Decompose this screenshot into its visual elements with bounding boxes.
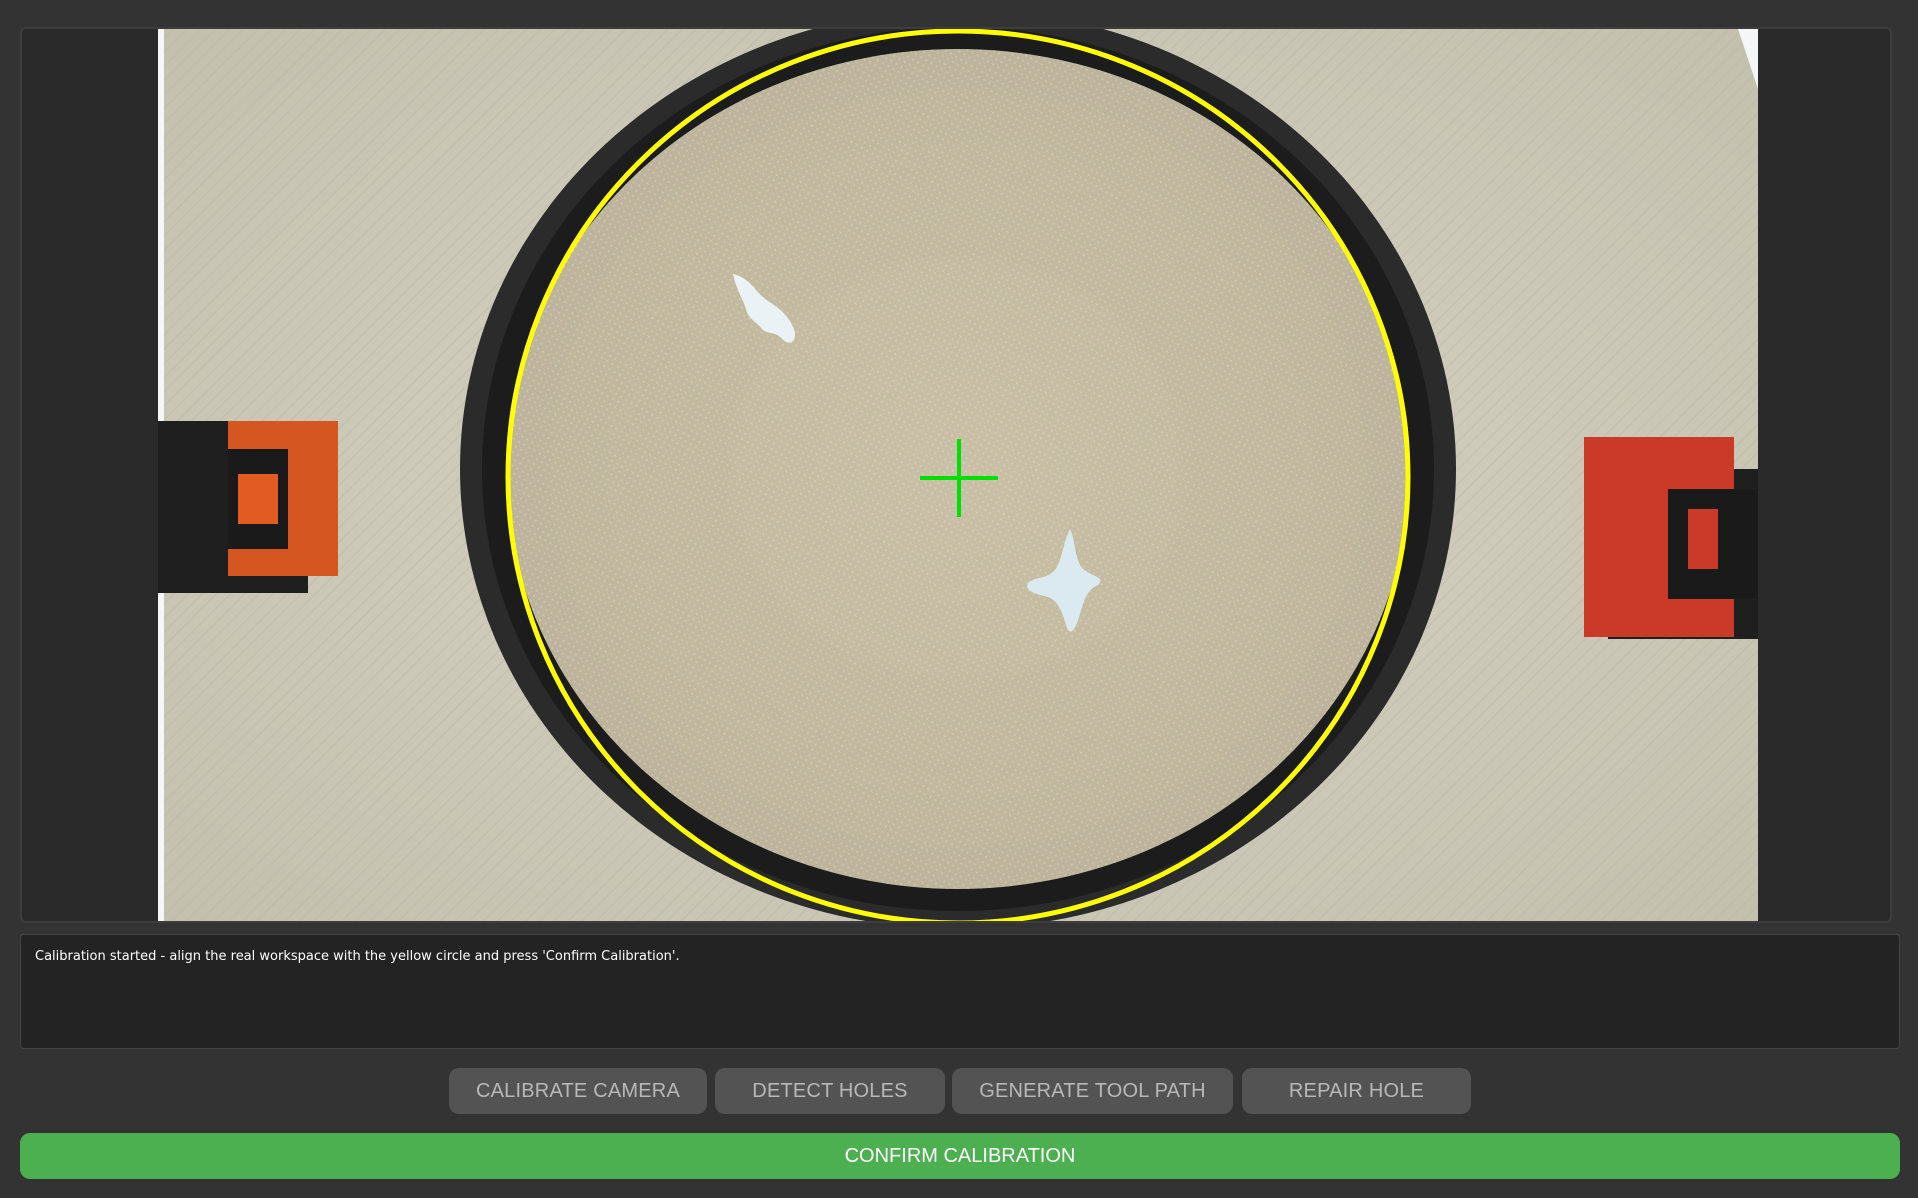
left-clamp [158, 421, 338, 593]
right-clamp [1584, 437, 1758, 639]
calibrate-camera-button[interactable]: CALIBRATE CAMERA [449, 1068, 707, 1114]
camera-feed [158, 29, 1758, 921]
camera-view-panel [20, 27, 1892, 923]
detect-holes-button[interactable]: DETECT HOLES [715, 1068, 945, 1114]
status-message: Calibration started - align the real wor… [35, 949, 680, 964]
status-log-panel: Calibration started - align the real wor… [20, 934, 1900, 1049]
app-window: Calibration started - align the real wor… [0, 0, 1918, 1198]
action-button-row: CALIBRATE CAMERA DETECT HOLES GENERATE T… [0, 1068, 1918, 1114]
generate-tool-path-button[interactable]: GENERATE TOOL PATH [952, 1068, 1233, 1114]
repair-hole-button[interactable]: REPAIR HOLE [1242, 1068, 1471, 1114]
confirm-calibration-button[interactable]: CONFIRM CALIBRATION [20, 1133, 1900, 1179]
